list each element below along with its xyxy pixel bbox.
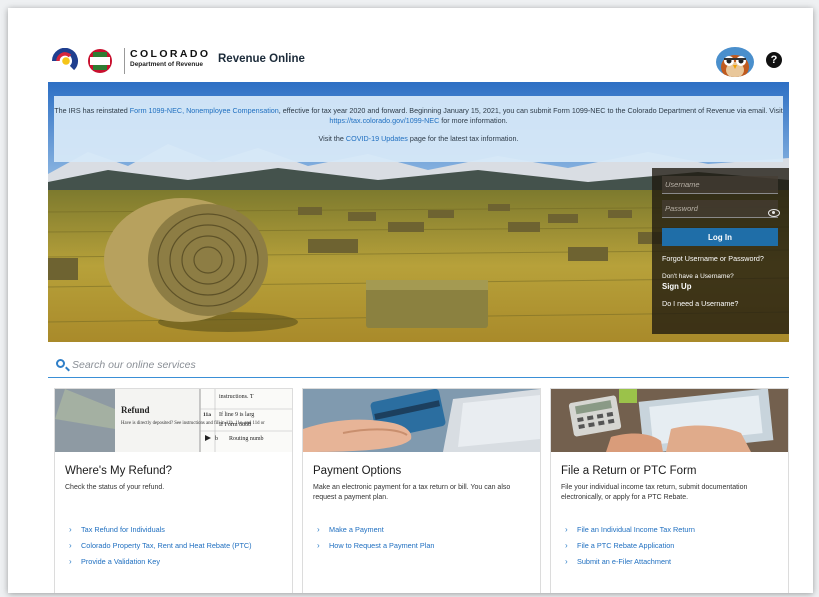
form-1099-nec-link[interactable]: Form 1099-NEC, Nonemployee Compensation: [130, 106, 279, 115]
card-description: Make an electronic payment for a tax ret…: [313, 484, 511, 501]
username-input[interactable]: [662, 176, 778, 194]
brand-wordmark: COLORADO Department of Revenue: [124, 48, 210, 74]
payment-plan-link[interactable]: › How to Request a Payment Plan: [317, 538, 434, 554]
alert-text: page for the latest tax information.: [407, 134, 519, 143]
link-label: How to Request a Payment Plan: [329, 541, 435, 550]
refund-card-image: Refund Have is directly deposited? See i…: [55, 389, 292, 452]
hero-banner: The IRS has reinstated Form 1099-NEC, No…: [48, 82, 789, 342]
irs-notice-alert: The IRS has reinstated Form 1099-NEC, No…: [54, 96, 783, 162]
forgot-credentials-link[interactable]: Forgot Username or Password?: [662, 254, 779, 263]
refund-image-line-11a: 11a: [203, 412, 211, 418]
chevron-right-icon: ›: [317, 525, 320, 534]
card-title: Where's My Refund?: [65, 465, 173, 477]
card-links: › Tax Refund for Individuals › Colorado Pr…: [69, 522, 252, 570]
refund-image-form-8888: If Form 8888: [219, 421, 251, 428]
link-label: File a PTC Rebate Application: [577, 541, 675, 550]
search-icon[interactable]: [56, 359, 65, 368]
payment-card-image: [303, 389, 540, 452]
file-return-card-image: [551, 389, 788, 452]
owl-avatar-icon[interactable]: [716, 47, 754, 77]
help-icon[interactable]: ?: [766, 52, 782, 68]
refund-individuals-link[interactable]: › Tax Refund for Individuals: [69, 522, 252, 538]
chevron-right-icon: ›: [69, 557, 72, 566]
card-description: File your individual income tax return, …: [561, 484, 748, 501]
site-header: COLORADO Department of Revenue Revenue O…: [48, 44, 789, 84]
refund-image-line-b: b: [215, 436, 218, 442]
refund-image-heading: Refund: [121, 405, 150, 415]
chevron-right-icon: ›: [69, 525, 72, 534]
service-search-bar: [48, 354, 789, 378]
ptc-rebate-application-link[interactable]: › File a PTC Rebate Application: [565, 538, 695, 554]
alert-text: for more information.: [439, 116, 508, 125]
card-links: › Make a Payment › How to Request a Paymen…: [317, 522, 434, 554]
chevron-right-icon: ›: [565, 557, 568, 566]
link-label: Colorado Property Tax, Rent and Heat Reb…: [81, 541, 252, 550]
link-label: Submit an e-Filer Attachment: [577, 557, 672, 566]
alert-text: Visit the: [318, 134, 346, 143]
link-label: File an Individual Income Tax Return: [577, 525, 695, 534]
brand-department-name: Department of Revenue: [130, 61, 203, 68]
file-income-tax-link[interactable]: › File an Individual Income Tax Return: [565, 522, 695, 538]
card-links: › File an Individual Income Tax Return › F…: [565, 522, 695, 570]
make-payment-link[interactable]: › Make a Payment: [317, 522, 434, 538]
alert-text: The IRS has reinstated: [54, 106, 130, 115]
chevron-right-icon: ›: [565, 525, 568, 534]
covid-updates-link[interactable]: COVID-19 Updates: [346, 134, 408, 143]
efiler-attachment-link[interactable]: › Submit an e-Filer Attachment: [565, 554, 695, 570]
need-username-link[interactable]: Do I need a Username?: [662, 299, 779, 308]
card-description: Check the status of your refund.: [65, 484, 165, 491]
chevron-right-icon: ›: [565, 541, 568, 550]
login-panel: Log In Forgot Username or Password? Don'…: [652, 168, 789, 334]
card-title: File a Return or PTC Form: [561, 465, 697, 477]
payment-options-card: Payment Options Make an electronic payme…: [302, 388, 541, 593]
password-input[interactable]: [662, 200, 778, 218]
tax-1099-nec-url-link[interactable]: https://tax.colorado.gov/1099-NEC: [329, 116, 439, 125]
colorado-c-logo-icon: [51, 47, 112, 73]
browser-frame: COLORADO Department of Revenue Revenue O…: [8, 8, 813, 593]
validation-key-link[interactable]: › Provide a Validation Key: [69, 554, 252, 570]
link-label: Tax Refund for Individuals: [81, 525, 165, 534]
show-password-eye-icon[interactable]: [768, 209, 780, 217]
no-username-text: Don't have a Username?: [662, 273, 734, 280]
alert-1099-message: The IRS has reinstated Form 1099-NEC, No…: [54, 106, 783, 126]
link-label: Provide a Validation Key: [81, 557, 160, 566]
file-return-card: File a Return or PTC Form File your indi…: [550, 388, 789, 593]
page-content: COLORADO Department of Revenue Revenue O…: [48, 8, 789, 593]
refund-image-routing: Routing numb: [229, 436, 264, 442]
alert-text: , effective for tax year 2020 and forwar…: [278, 106, 783, 115]
colorado-logo[interactable]: [51, 47, 116, 74]
chevron-right-icon: ›: [317, 541, 320, 550]
alert-covid-message: Visit the COVID-19 Updates page for the …: [54, 134, 783, 144]
refund-card: Refund Have is directly deposited? See i…: [54, 388, 293, 593]
brand-state-name: COLORADO: [130, 48, 211, 60]
sign-up-link[interactable]: Sign Up: [662, 282, 779, 291]
link-label: Make a Payment: [329, 525, 384, 534]
refund-image-instructions: instructions. T: [219, 394, 254, 400]
search-input[interactable]: [72, 357, 572, 373]
login-button[interactable]: Log In: [662, 228, 778, 246]
property-tax-rebate-link[interactable]: › Colorado Property Tax, Rent and Heat Re…: [69, 538, 252, 554]
card-title: Payment Options: [313, 465, 402, 477]
refund-image-line9: If line 9 is larg: [219, 411, 254, 418]
app-title: Revenue Online: [218, 53, 305, 65]
chevron-right-icon: ›: [69, 541, 72, 550]
